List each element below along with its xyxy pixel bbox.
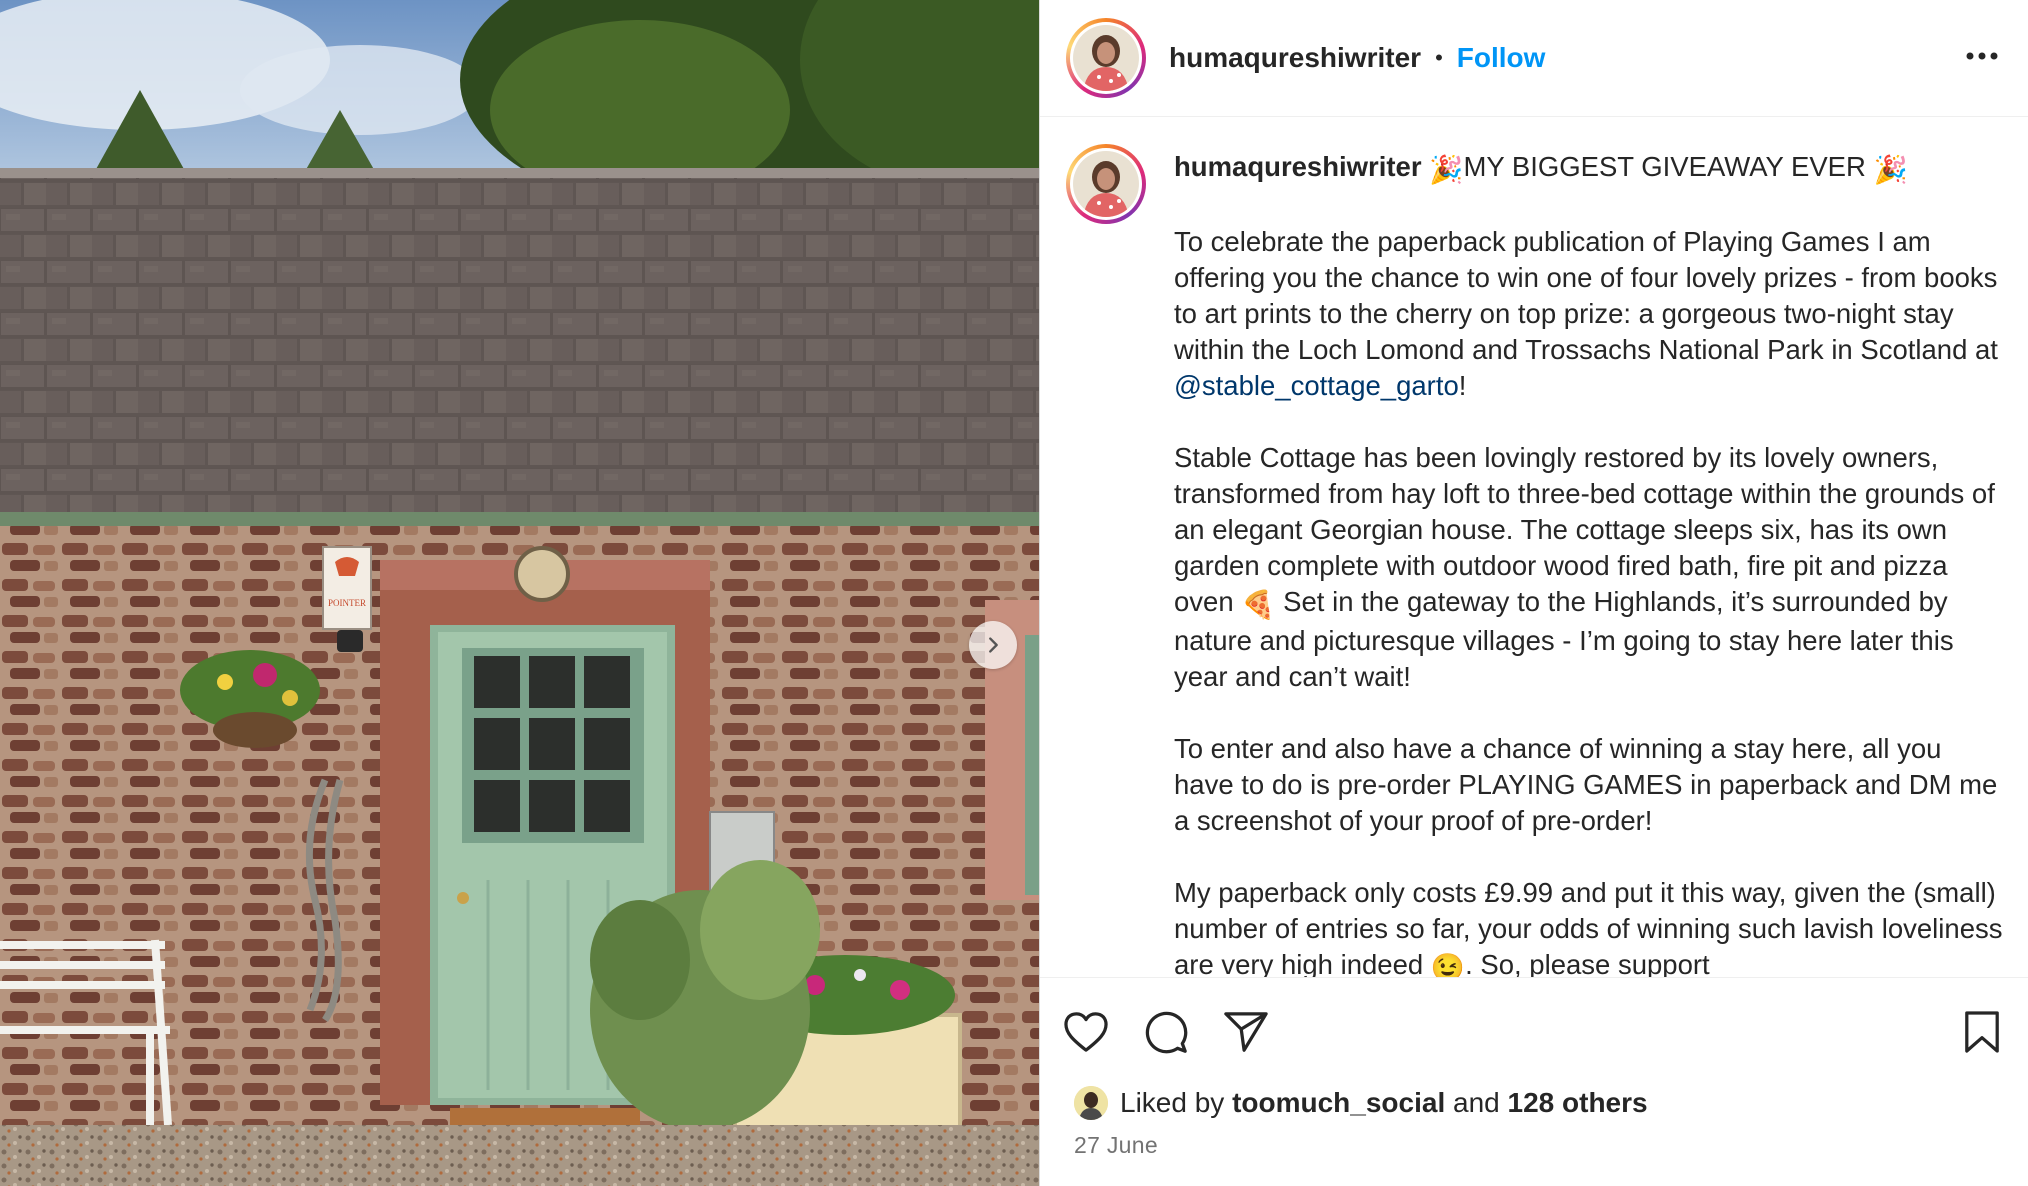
liked-by-label: Liked by xyxy=(1120,1087,1225,1118)
chevron-right-icon xyxy=(989,637,998,653)
next-photo-button[interactable] xyxy=(969,621,1017,669)
likes-summary: Liked by toomuch_social and 128 others xyxy=(1074,1086,1648,1120)
caption-headline: MY BIGGEST GIVEAWAY EVER xyxy=(1463,151,1866,182)
avatar[interactable] xyxy=(1066,18,1146,98)
caption-username[interactable]: humaqureshiwriter xyxy=(1174,151,1422,182)
caption-paragraph-1: To celebrate the paperback publication o… xyxy=(1174,226,1998,365)
post-details-pane: humaqureshiwriter • Follow humaqureshiwr… xyxy=(1039,0,2028,1186)
caption-paragraph-2-end: Set in the gateway to the Highlands, it’… xyxy=(1174,586,1954,692)
pizza-emoji: 🍕 xyxy=(1241,589,1276,620)
profile-photo-icon xyxy=(1073,25,1139,91)
send-icon xyxy=(1224,1012,1268,1052)
post-date[interactable]: 27 June xyxy=(1074,1132,1158,1159)
comment-icon xyxy=(1145,1011,1188,1054)
heart-icon xyxy=(1064,1012,1108,1052)
likes-and: and xyxy=(1453,1087,1500,1118)
caption-paragraph-3: To enter and also have a chance of winni… xyxy=(1174,733,1998,836)
profile-photo-icon xyxy=(1073,151,1139,217)
post-photo[interactable]: POINTER xyxy=(0,0,1039,1186)
follow-button[interactable]: Follow xyxy=(1457,42,1546,74)
party-emoji: 🎉 xyxy=(1873,154,1908,185)
caption-avatar[interactable] xyxy=(1066,144,1146,224)
liker-username[interactable]: toomuch_social xyxy=(1232,1087,1445,1119)
wink-emoji: 😉 xyxy=(1430,952,1466,977)
header-username[interactable]: humaqureshiwriter xyxy=(1169,42,1421,74)
header-separator: • xyxy=(1435,45,1443,70)
cottage-photo-illustration: POINTER xyxy=(0,0,1039,1186)
action-bar xyxy=(1040,977,2028,1083)
post-header: humaqureshiwriter • Follow xyxy=(1040,0,2028,117)
party-emoji: 🎉 xyxy=(1429,154,1464,185)
caption-paragraph-4-end: . So, please support xyxy=(1465,949,1710,977)
liker-avatar[interactable] xyxy=(1074,1086,1108,1120)
more-options-icon xyxy=(1966,52,1998,60)
caption-text: humaqureshiwriter 🎉MY BIGGEST GIVEAWAY E… xyxy=(1174,149,2004,977)
caption-section: humaqureshiwriter 🎉MY BIGGEST GIVEAWAY E… xyxy=(1040,117,2028,977)
comment-button[interactable] xyxy=(1140,1006,1192,1058)
caption-paragraph-1-end: ! xyxy=(1458,370,1467,401)
share-button[interactable] xyxy=(1220,1006,1272,1058)
liker-photo-icon xyxy=(1074,1086,1108,1120)
mention-link[interactable]: @stable_cottage_garto xyxy=(1174,370,1459,401)
bookmark-icon xyxy=(1965,1011,1999,1053)
like-button[interactable] xyxy=(1060,1006,1112,1058)
more-options-button[interactable] xyxy=(1962,38,2002,74)
instagram-post: POINTER humaqureshiwriter • Follow humaq… xyxy=(0,0,2028,1186)
sign-text: POINTER xyxy=(328,598,366,608)
likes-others-count[interactable]: 128 others xyxy=(1508,1087,1648,1119)
save-button[interactable] xyxy=(1956,1006,2008,1058)
